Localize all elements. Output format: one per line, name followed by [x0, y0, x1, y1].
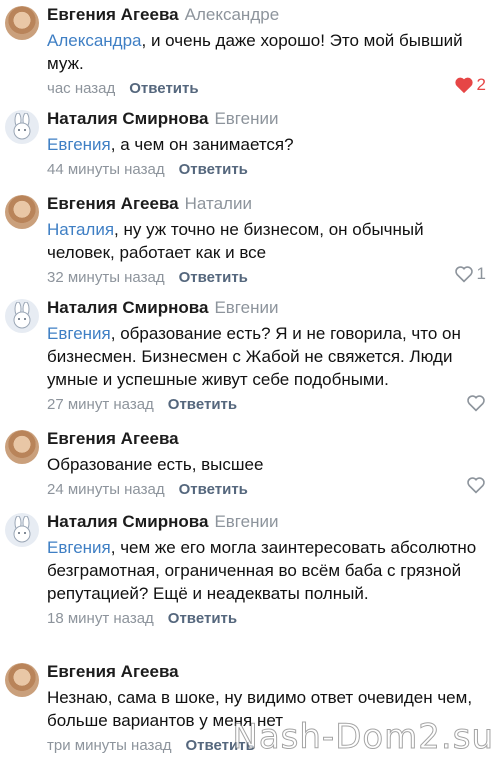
reply-button[interactable]: Ответить: [168, 610, 237, 627]
like-button[interactable]: [466, 476, 486, 494]
bunny-icon: [13, 302, 31, 329]
comment-text: Наталия, ну уж точно не бизнесом, он обы…: [47, 220, 424, 262]
comment-time: 24 минуты назад: [47, 481, 165, 498]
comment-time: три минуты назад: [47, 737, 172, 754]
heart-outline-icon: [454, 266, 473, 283]
comment-time: 27 минут назад: [47, 396, 154, 413]
reply-button[interactable]: Ответить: [129, 80, 198, 97]
like-button[interactable]: 2: [454, 75, 486, 95]
reply-button[interactable]: Ответить: [179, 161, 248, 178]
comment-author[interactable]: Евгения Агеева: [47, 662, 179, 681]
comment-author[interactable]: Наталия Смирнова: [47, 512, 208, 531]
avatar[interactable]: [5, 110, 39, 144]
avatar[interactable]: [5, 195, 39, 229]
comment-author[interactable]: Евгения Агеева: [47, 5, 179, 24]
like-count: 1: [476, 264, 486, 283]
comment-text: Александра, и очень даже хорошо! Это мой…: [47, 31, 463, 73]
avatar[interactable]: [5, 430, 39, 464]
comment-time: 44 минуты назад: [47, 161, 165, 178]
reply-to-name: Евгении: [214, 298, 279, 317]
comment-text: Евгения, чем же его могла заинтересовать…: [47, 538, 477, 603]
mention-link[interactable]: Александра: [47, 31, 142, 50]
avatar[interactable]: [5, 299, 39, 333]
like-count: 2: [476, 75, 486, 94]
reply-to-name: Александре: [184, 5, 280, 24]
avatar[interactable]: [5, 6, 39, 40]
comment-time: час назад: [47, 80, 116, 97]
mention-link[interactable]: Наталия: [47, 220, 114, 239]
comment-text: Евгения, образование есть? Я и не говори…: [47, 324, 461, 389]
avatar[interactable]: [5, 513, 39, 547]
reply-button[interactable]: Ответить: [168, 396, 237, 413]
bunny-icon: [13, 516, 31, 543]
heart-outline-icon: [467, 395, 485, 412]
like-button[interactable]: [466, 394, 486, 412]
comments-feed: Евгения Агеева Александре Александра, и о…: [0, 0, 500, 761]
mention-link[interactable]: Евгения: [47, 324, 111, 343]
comment-author[interactable]: Евгения Агеева: [47, 429, 179, 448]
heart-outline-icon: [467, 477, 485, 494]
comment-author[interactable]: Евгения Агеева: [47, 194, 179, 213]
comment-time: 32 минуты назад: [47, 269, 165, 286]
comment-text: Образование есть, высшее: [47, 455, 264, 474]
reply-to-name: Наталии: [184, 194, 252, 213]
bunny-icon: [13, 113, 31, 140]
mention-link[interactable]: Евгения: [47, 135, 111, 154]
comment-author[interactable]: Наталия Смирнова: [47, 298, 208, 317]
reply-to-name: Евгении: [214, 109, 279, 128]
watermark: Nash-Dom2.su: [232, 717, 494, 758]
reply-button[interactable]: Ответить: [179, 481, 248, 498]
like-button[interactable]: 1: [454, 264, 486, 284]
heart-filled-icon: [454, 77, 473, 94]
avatar[interactable]: [5, 663, 39, 697]
reply-to-name: Евгении: [214, 512, 279, 531]
comment-text: Евгения, а чем он занимается?: [47, 135, 294, 154]
comment-author[interactable]: Наталия Смирнова: [47, 109, 208, 128]
comment-time: 18 минут назад: [47, 610, 154, 627]
reply-button[interactable]: Ответить: [179, 269, 248, 286]
mention-link[interactable]: Евгения: [47, 538, 111, 557]
